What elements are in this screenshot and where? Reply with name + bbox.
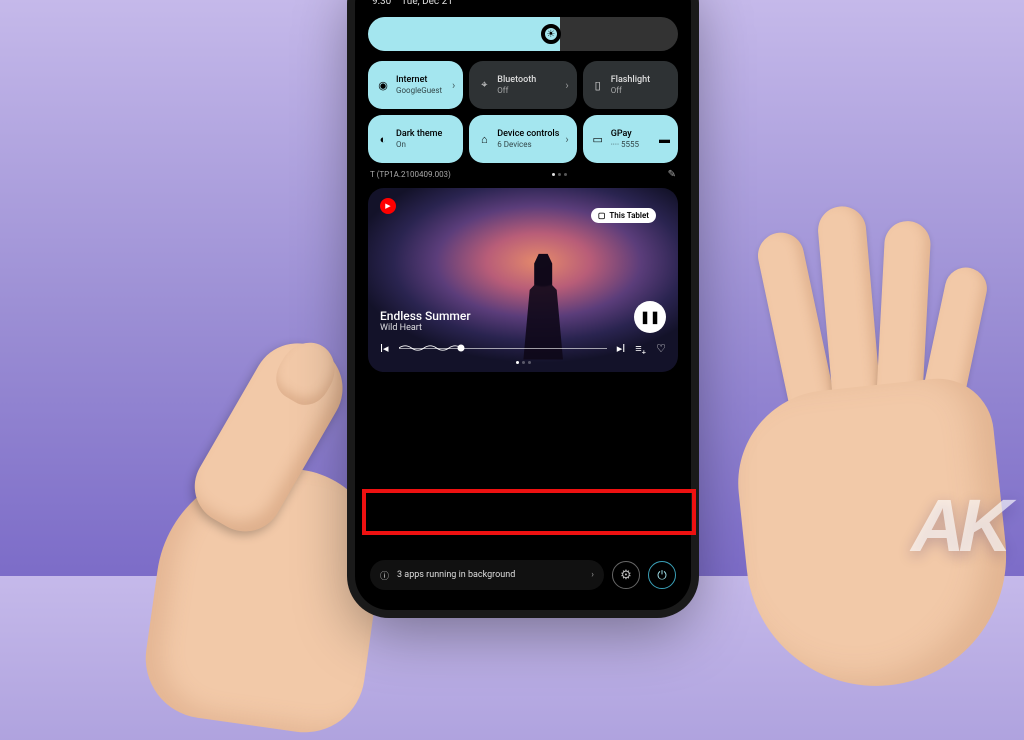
bluetooth-icon: ⌖ [477,78,491,92]
brightness-slider[interactable]: ☀ [368,17,678,51]
tile-label: Bluetooth [497,75,559,85]
queue-icon[interactable]: ≡₊ [635,342,646,355]
card-icon: ▭ [591,133,605,146]
tile-sublabel: On [396,140,455,149]
edit-icon[interactable]: ✎ [668,169,676,180]
tile-dark-theme[interactable]: ◐ Dark theme On [368,115,463,163]
favorite-icon[interactable]: ♡ [656,342,666,355]
status-time: 9:30 [372,0,391,7]
tile-flashlight[interactable]: ▯ Flashlight Off [583,61,678,109]
tile-sublabel: ···· 5555 [611,140,653,149]
background-apps-pill[interactable]: ⓘ 3 apps running in background › [370,560,604,590]
tile-bluetooth[interactable]: ⌖ Bluetooth Off › [469,61,576,109]
card-icon: ▬ [659,133,670,146]
media-card[interactable]: ▶ ▢ This Tablet Endless Summer Wild Hear… [368,188,678,372]
tablet-icon: ▢ [598,211,606,220]
tile-device-controls[interactable]: ⌂ Device controls 6 Devices › [469,115,576,163]
tile-sublabel: Off [611,86,670,95]
tile-label: GPay [611,129,653,139]
tile-sublabel: Off [497,86,559,95]
dark-icon: ◐ [376,133,390,146]
chevron-right-icon: › [452,79,455,92]
brightness-icon: ☀ [541,24,561,44]
info-icon: ⓘ [380,569,389,582]
status-date: Tue, Dec 21 [401,0,453,7]
track-artist: Wild Heart [380,323,471,333]
track-title: Endless Summer [380,309,471,323]
tile-label: Dark theme [396,129,455,139]
gear-icon: ⚙ [620,568,632,583]
youtube-icon: ▶ [380,198,396,214]
previous-track-icon[interactable]: I◂ [380,342,389,355]
chevron-right-icon: › [565,133,568,146]
wifi-icon: ◉ [376,79,390,92]
build-string: T (TP1A.2100409.003) [370,170,451,179]
status-bar: 9:30 Tue, Dec 21 [368,0,678,13]
chevron-right-icon: › [591,570,594,580]
settings-button[interactable]: ⚙ [612,561,640,589]
power-button[interactable]: ⏻ [648,561,676,589]
power-icon: ⏻ [657,568,667,583]
media-page-indicator [380,361,666,364]
chevron-right-icon: › [565,79,568,92]
watermark: AK [911,483,1006,568]
phone-frame: 9:30 Tue, Dec 21 ☀ ◉ Internet GoogleGues… [355,0,691,610]
device-chip-label: This Tablet [609,211,649,220]
tile-sublabel: GoogleGuest [396,86,446,95]
output-device-chip[interactable]: ▢ This Tablet [591,208,656,223]
tile-sublabel: 6 Devices [497,140,559,149]
tile-label: Flashlight [611,75,670,85]
quick-settings-tiles: ◉ Internet GoogleGuest › ⌖ Bluetooth Off… [368,61,678,163]
flashlight-icon: ▯ [591,79,605,92]
background-apps-label: 3 apps running in background [397,570,515,580]
tile-gpay[interactable]: ▭ GPay ···· 5555 ▬ [583,115,678,163]
tile-label: Internet [396,75,446,85]
page-indicator [552,173,567,176]
tile-internet[interactable]: ◉ Internet GoogleGuest › [368,61,463,109]
next-track-icon[interactable]: ▸I [617,342,626,355]
progress-wave-icon [399,341,461,355]
tile-label: Device controls [497,129,559,139]
pause-button[interactable]: ❚❚ [634,301,666,333]
home-icon: ⌂ [477,133,491,146]
progress-slider[interactable] [399,341,607,355]
